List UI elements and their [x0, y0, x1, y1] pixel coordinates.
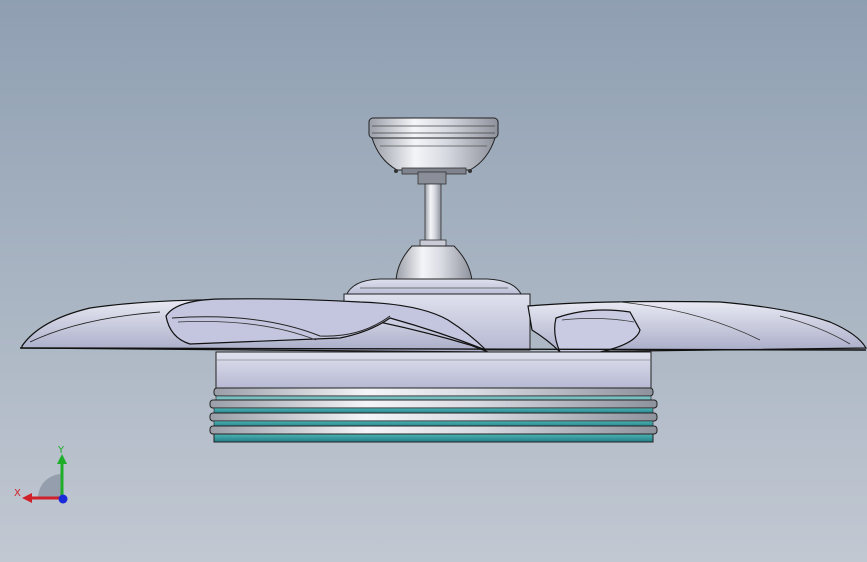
light-ring-stack[interactable]: [209, 387, 658, 443]
axis-triad: Y X: [14, 445, 68, 504]
model-viewport[interactable]: [0, 0, 867, 562]
triad-plane: [38, 474, 62, 498]
y-axis-label: Y: [57, 445, 65, 456]
downrod[interactable]: [417, 171, 447, 247]
motor-collar[interactable]: [395, 245, 473, 282]
z-axis-marker: [58, 494, 68, 504]
ceiling-canopy[interactable]: [368, 117, 499, 175]
x-axis-label: X: [14, 488, 21, 499]
light-kit-housing[interactable]: [215, 351, 652, 389]
